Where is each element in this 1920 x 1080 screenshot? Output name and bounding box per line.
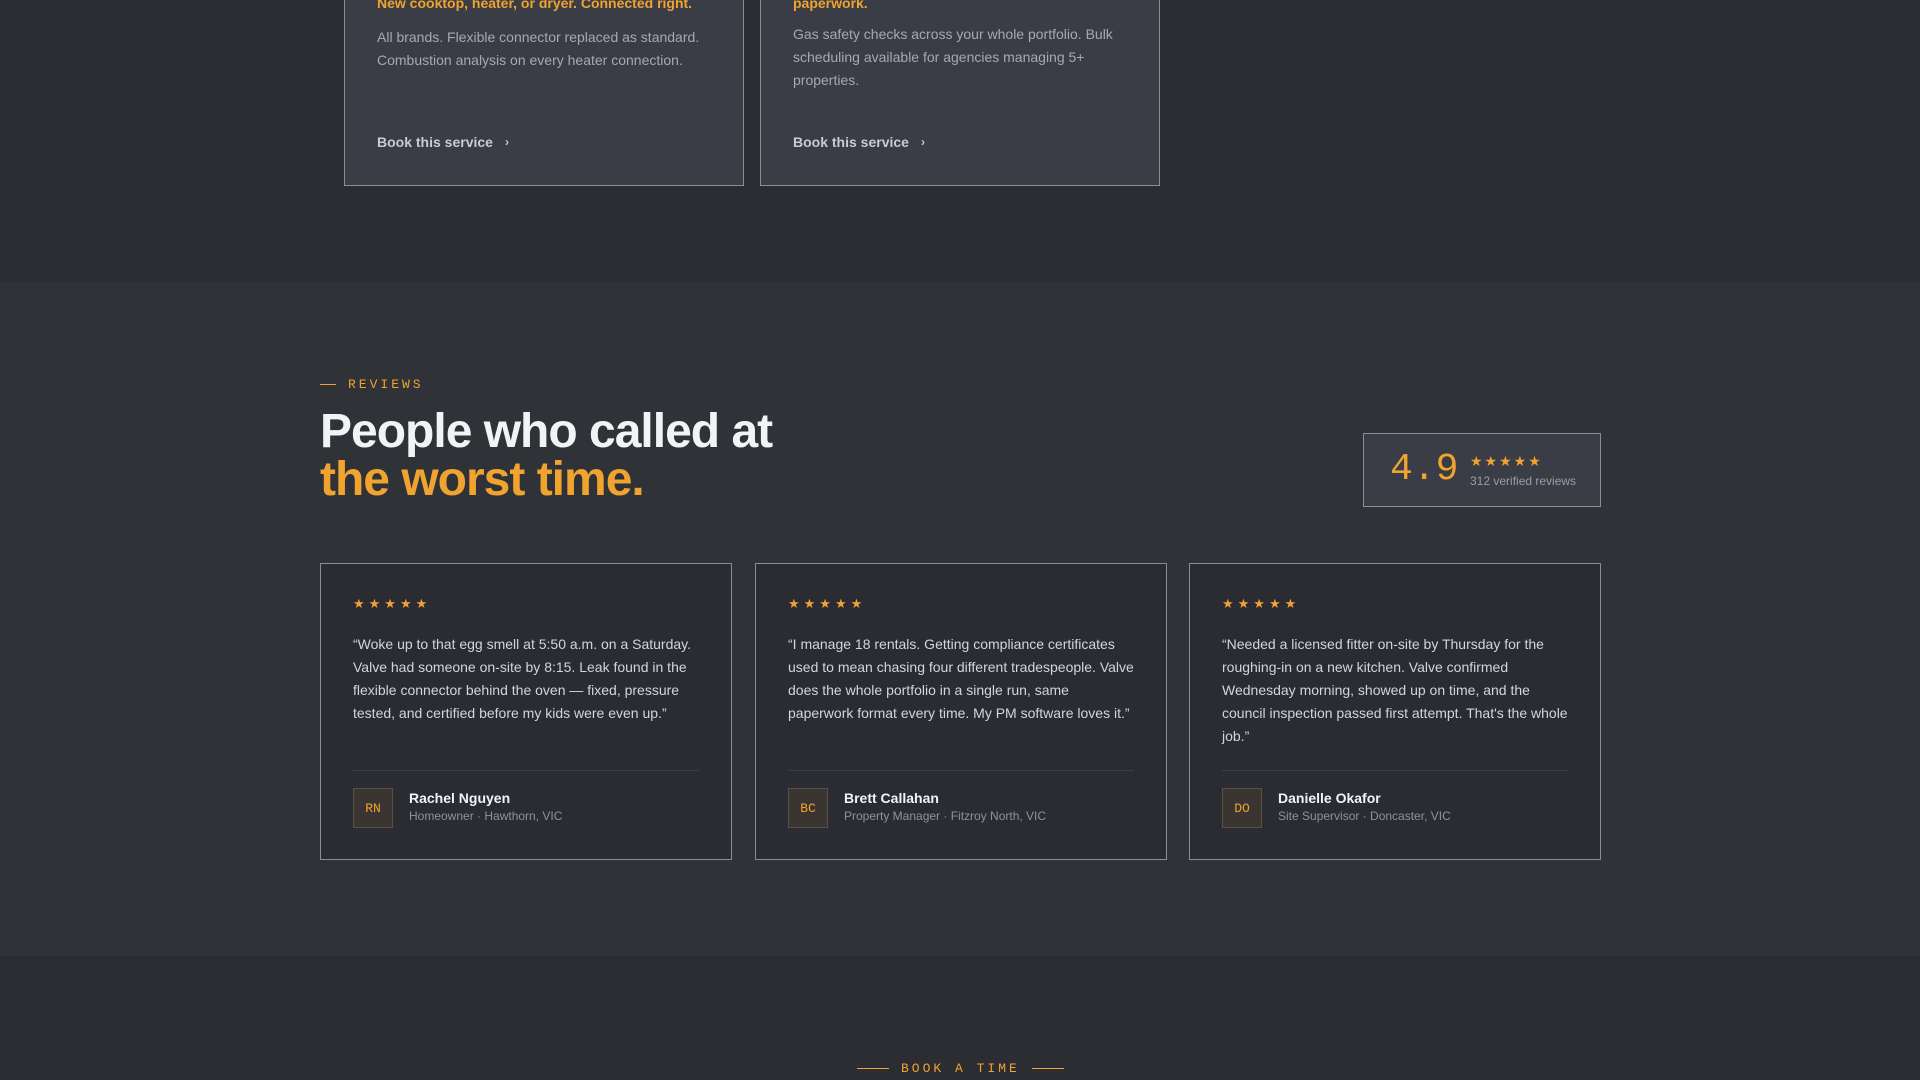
chevron-right-icon: ›	[920, 135, 925, 149]
book-service-link[interactable]: Book this service ›	[377, 134, 509, 150]
eyebrow-dash	[320, 384, 336, 385]
review-quote: “Needed a licensed fitter on-site by Thu…	[1222, 636, 1568, 744]
book-eyebrow: BOOK A TIME	[857, 1061, 1064, 1076]
eyebrow-dash	[1031, 1068, 1064, 1069]
reviews-headline: People who called at the worst time.	[320, 405, 773, 506]
book-section: BOOK A TIME	[0, 956, 1920, 1080]
reviewer-name: Rachel Nguyen	[409, 790, 511, 806]
reviewer-role: Property Manager · Fitzroy North, VIC	[844, 809, 1047, 823]
service-tagline: New cooktop, heater, or dryer. Connected…	[377, 0, 693, 11]
reviews-section: REVIEWS People who called at the worst t…	[0, 282, 1920, 956]
review-card: ★★★★★ “Woke up to that egg smell at 5:50…	[320, 563, 732, 860]
reviews-eyebrow: REVIEWS	[320, 377, 424, 392]
reviewer-name: Danielle Okafor	[1278, 790, 1381, 806]
review-card: ★★★★★ “I manage 18 rentals. Getting comp…	[755, 563, 1167, 860]
reviews-eyebrow-label: REVIEWS	[348, 377, 424, 392]
avatar: RN	[353, 788, 393, 828]
service-description: All brands. Flexible connector replaced …	[377, 29, 700, 68]
reviewer-role: Site Supervisor · Doncaster, VIC	[1278, 809, 1451, 823]
review-divider	[1222, 770, 1568, 771]
review-divider	[788, 770, 1134, 771]
headline-line-1: People who called at	[320, 405, 773, 458]
services-section: New cooktop, heater, or dryer. Connected…	[0, 0, 1920, 282]
review-quote: “I manage 18 rentals. Getting compliance…	[788, 636, 1134, 721]
reviewer-name: Brett Callahan	[844, 790, 939, 806]
eyebrow-dash	[857, 1068, 889, 1069]
book-service-link[interactable]: Book this service ›	[793, 134, 925, 150]
service-description: Gas safety checks across your whole port…	[793, 26, 1113, 88]
star-icon: ★★★★★	[788, 596, 867, 611]
service-card-safety-checks: 4,200+ certificates issued. Landlords tr…	[760, 0, 1160, 186]
rating-summary: 4.9 ★★★★★ 312 verified reviews	[1363, 433, 1601, 507]
book-service-label: Book this service	[377, 134, 493, 150]
star-icon: ★★★★★	[1222, 596, 1301, 611]
rating-score: 4.9	[1390, 448, 1459, 491]
star-icon: ★★★★★	[353, 596, 432, 611]
service-tagline: 4,200+ certificates issued. Landlords tr…	[793, 0, 868, 11]
headline-line-2: the worst time.	[320, 453, 645, 506]
service-card-installation: New cooktop, heater, or dryer. Connected…	[344, 0, 744, 186]
review-divider	[353, 770, 699, 771]
avatar: BC	[788, 788, 828, 828]
book-eyebrow-label: BOOK A TIME	[901, 1061, 1020, 1076]
rating-count: 312 verified reviews	[1470, 474, 1577, 488]
review-quote: “Woke up to that egg smell at 5:50 a.m. …	[353, 636, 692, 721]
star-icon: ★★★★★	[1470, 453, 1543, 469]
review-card: ★★★★★ “Needed a licensed fitter on-site …	[1189, 563, 1601, 860]
book-service-label: Book this service	[793, 134, 909, 150]
chevron-right-icon: ›	[504, 135, 509, 149]
reviewer-role: Homeowner · Hawthorn, VIC	[409, 809, 563, 823]
avatar: DO	[1222, 788, 1262, 828]
